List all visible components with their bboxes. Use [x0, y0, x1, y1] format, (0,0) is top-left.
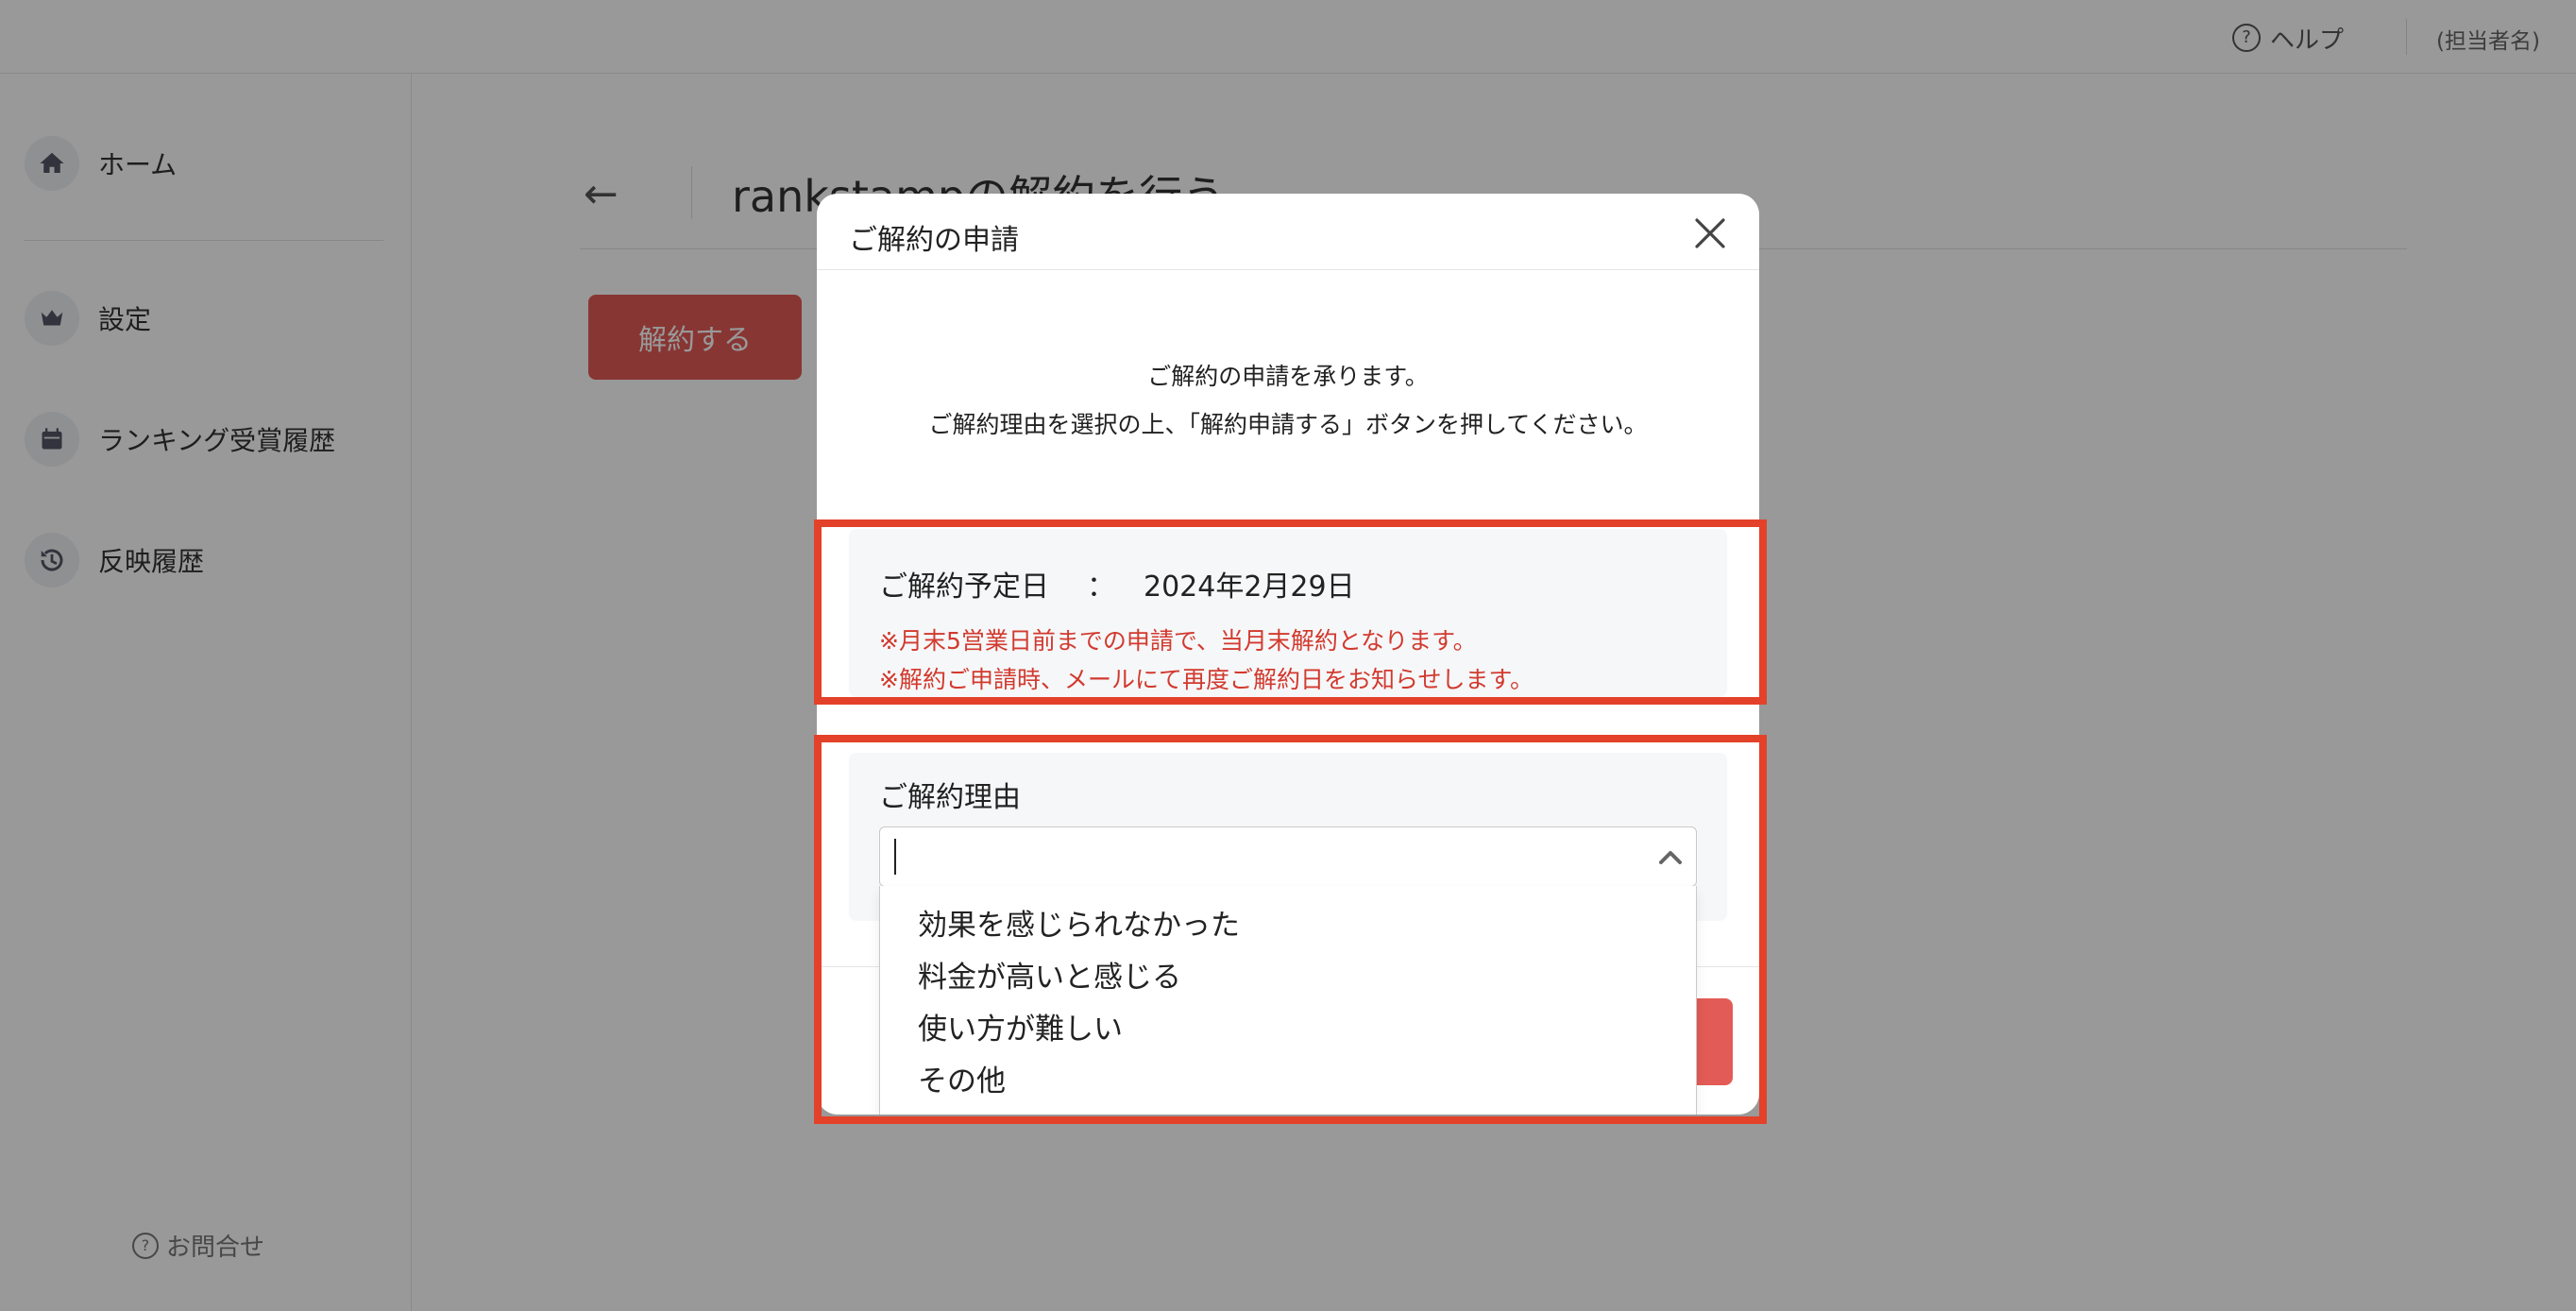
- modal-header: ご解約の申請: [817, 194, 1759, 270]
- intro-line-1: ご解約の申請を承ります。: [1147, 363, 1429, 390]
- modal-intro: ご解約の申請を承ります。 ご解約理由を選択の上、「解約申請する」ボタンを押してく…: [817, 352, 1759, 449]
- highlight-box-reason: [814, 735, 1767, 1124]
- intro-line-2: ご解約理由を選択の上、「解約申請する」ボタンを押してください。: [928, 411, 1648, 438]
- highlight-box-date: [814, 519, 1767, 705]
- close-icon[interactable]: [1689, 213, 1731, 254]
- modal-title: ご解約の申請: [849, 224, 1019, 257]
